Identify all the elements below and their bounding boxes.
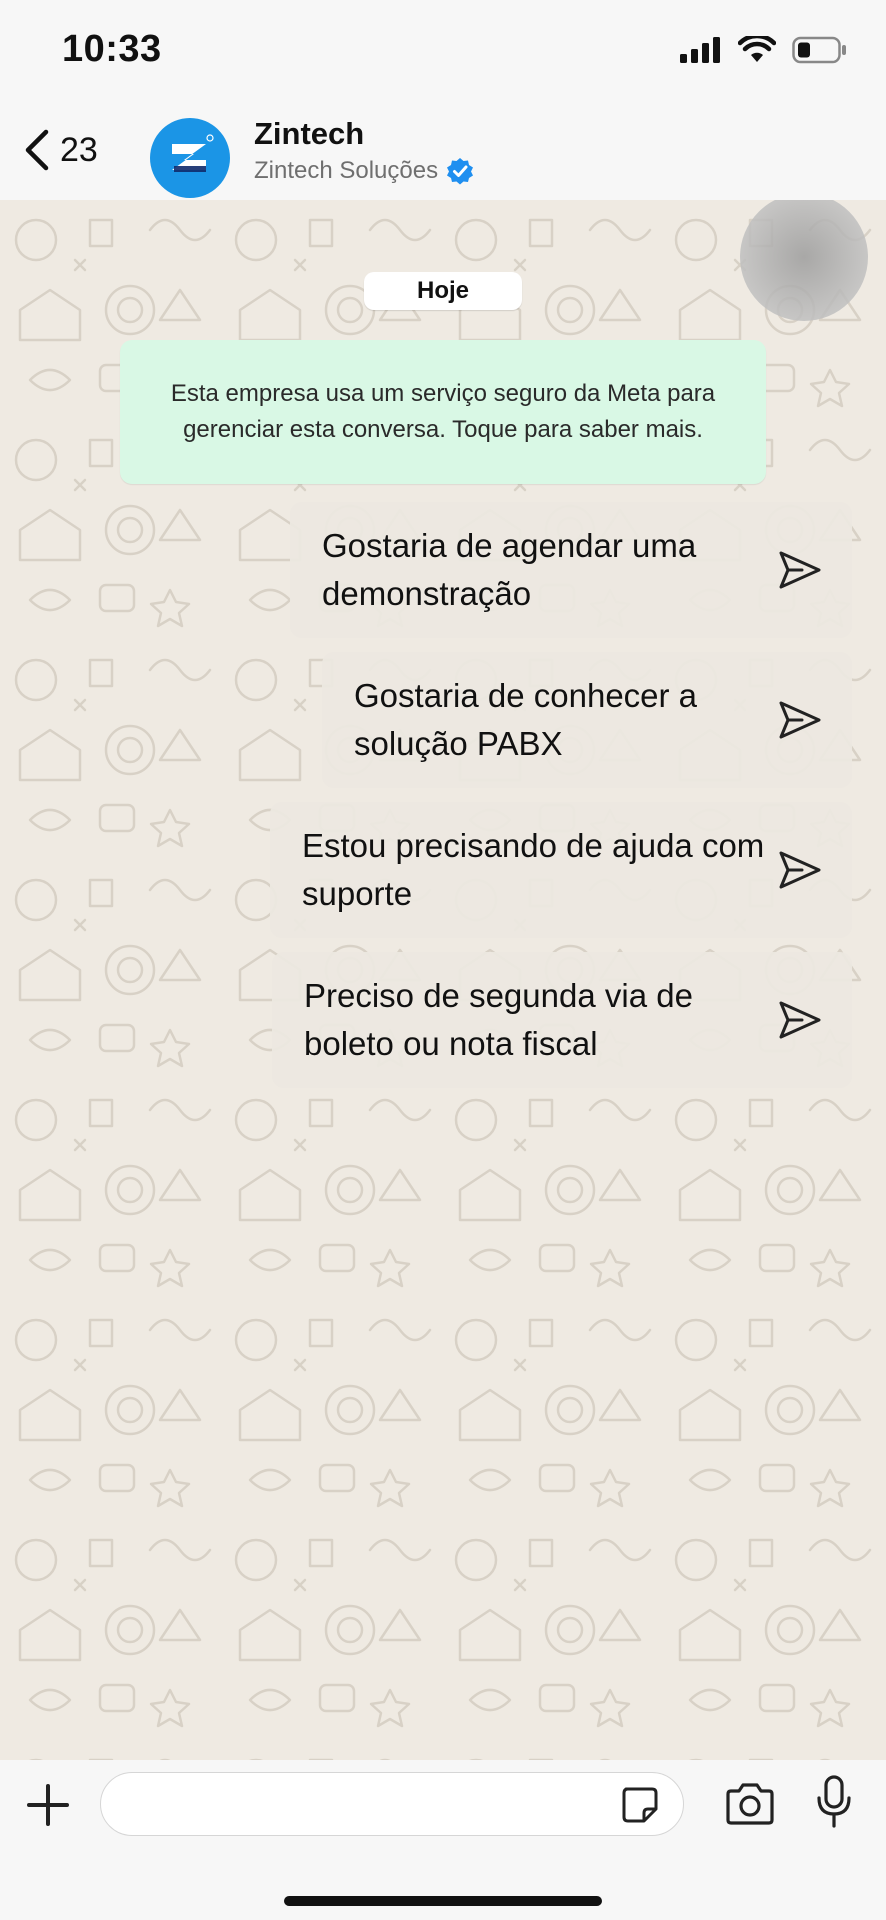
send-icon <box>778 843 822 897</box>
quick-reply-button[interactable]: Gostaria de agendar uma demonstração <box>290 502 852 638</box>
battery-icon <box>792 36 846 64</box>
quick-reply-button[interactable]: Preciso de segunda via de boleto ou nota… <box>272 952 852 1088</box>
contact-info[interactable]: Zintech Zintech Soluções <box>254 114 474 188</box>
quick-reply-button[interactable]: Gostaria de conhecer a solução PABX <box>322 652 852 788</box>
send-icon <box>778 693 822 747</box>
date-chip: Hoje <box>364 272 522 310</box>
back-button[interactable]: 23 <box>22 128 98 172</box>
chevron-left-icon <box>25 129 49 171</box>
unread-count: 23 <box>60 130 98 169</box>
contact-subtitle: Zintech Soluções <box>254 154 474 188</box>
camera-icon <box>726 1783 774 1825</box>
chat-area[interactable]: Hoje Esta empresa usa um serviço seguro … <box>0 200 886 1760</box>
avatar[interactable] <box>150 118 230 198</box>
plus-icon <box>27 1784 69 1826</box>
status-bar: 10:33 <box>0 0 886 110</box>
cellular-signal-icon <box>680 37 720 63</box>
quick-reply-label: Gostaria de agendar uma demonstração <box>322 527 697 612</box>
business-name: Zintech Soluções <box>254 157 439 184</box>
status-time: 10:33 <box>62 28 162 70</box>
quick-reply-label: Preciso de segunda via de boleto ou nota… <box>304 977 693 1062</box>
chat-header: 23 Zintech Zintech Soluções <box>0 110 886 200</box>
sticker-icon <box>622 1787 658 1823</box>
verified-badge-icon <box>447 158 474 185</box>
message-input[interactable] <box>100 1772 684 1836</box>
send-icon <box>778 993 822 1047</box>
microphone-button[interactable] <box>814 1774 854 1835</box>
status-icons <box>680 36 848 64</box>
zintech-logo-icon <box>172 134 214 172</box>
message-input-bar <box>0 1760 886 1920</box>
camera-button[interactable] <box>724 1782 776 1831</box>
home-indicator[interactable] <box>284 1896 602 1906</box>
send-icon <box>778 543 822 597</box>
microphone-icon <box>817 1775 851 1828</box>
wifi-icon <box>738 36 776 62</box>
quick-reply-button[interactable]: Estou precisando de ajuda com suporte <box>270 802 852 938</box>
quick-reply-label: Estou precisando de ajuda com suporte <box>302 827 765 912</box>
quick-reply-label: Gostaria de conhecer a solução PABX <box>354 677 698 762</box>
sticker-button[interactable] <box>620 1785 660 1830</box>
attach-button[interactable] <box>25 1782 71 1833</box>
contact-name: Zintech <box>254 116 365 151</box>
meta-service-notice[interactable]: Esta empresa usa um serviço seguro da Me… <box>120 340 766 484</box>
